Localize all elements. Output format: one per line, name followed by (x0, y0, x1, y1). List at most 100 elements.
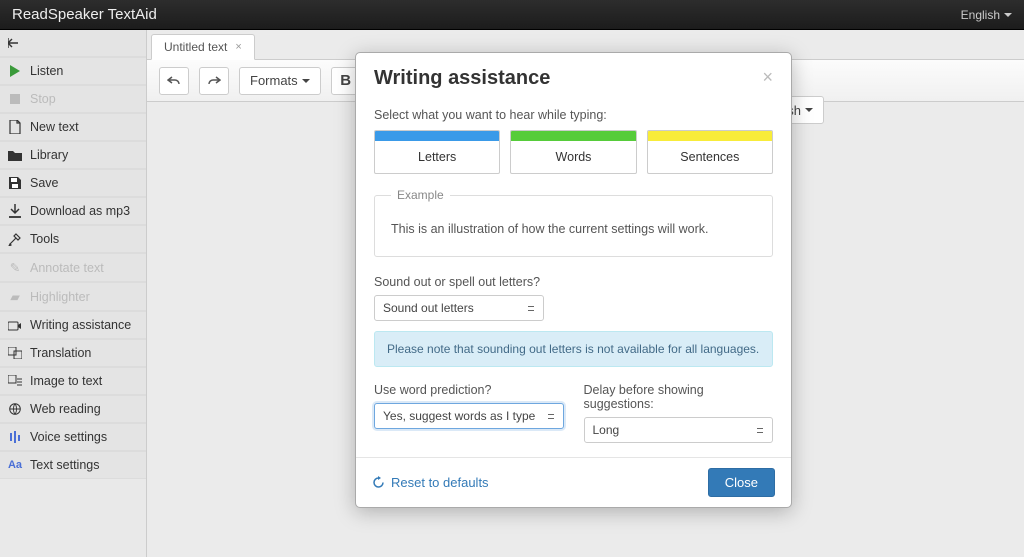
color-bar-yellow (648, 131, 772, 141)
modal-body: Select what you want to hear while typin… (356, 96, 791, 457)
option-label: Letters (375, 141, 499, 173)
translation-icon (8, 347, 22, 359)
image-to-text-icon (8, 375, 22, 387)
sidebar-item-label: Save (30, 176, 59, 190)
writing-assistance-modal: Writing assistance × Select what you wan… (355, 52, 792, 508)
sidebar-item-label: Library (30, 148, 68, 162)
language-label: English (961, 8, 1000, 22)
sidebar-item-label: Translation (30, 346, 91, 360)
tab-title: Untitled text (164, 40, 227, 54)
sidebar-item-label: New text (30, 120, 79, 134)
sidebar-item-text-settings[interactable]: Aa Text settings (0, 451, 146, 479)
stop-icon (8, 94, 22, 104)
annotate-icon: ✎ (8, 260, 22, 275)
sidebar-item-label: Highlighter (30, 290, 90, 304)
sidebar-item-label: Image to text (30, 374, 102, 388)
color-bar-blue (375, 131, 499, 141)
undo-button[interactable] (159, 67, 189, 95)
sidebar-item-writing-assistance[interactable]: Writing assistance (0, 311, 146, 339)
sidebar-item-label: Annotate text (30, 261, 104, 275)
sidebar-item-label: Writing assistance (30, 318, 131, 332)
sound-out-row: Sound out or spell out letters? Sound ou… (374, 275, 773, 321)
example-box: Example This is an illustration of how t… (374, 188, 773, 257)
writing-assistance-icon (8, 319, 22, 331)
sidebar-item-listen[interactable]: Listen (0, 57, 146, 85)
language-selector[interactable]: English (961, 8, 1012, 22)
reset-defaults-link[interactable]: Reset to defaults (372, 475, 489, 490)
sidebar-item-new-text[interactable]: New text (0, 113, 146, 141)
sidebar-item-tools[interactable]: Tools (0, 225, 146, 253)
save-icon (8, 177, 22, 189)
sidebar-item-download-mp3[interactable]: Download as mp3 (0, 197, 146, 225)
word-prediction-label: Use word prediction? (374, 383, 564, 397)
prediction-row: Use word prediction? Yes, suggest words … (374, 383, 773, 443)
document-icon (8, 120, 22, 134)
select-value: Long (593, 423, 620, 437)
sidebar-item-save[interactable]: Save (0, 169, 146, 197)
sidebar-item-highlighter: ▰ Highlighter (0, 282, 146, 311)
sidebar: Listen Stop New text Library Save (0, 30, 147, 557)
sidebar-item-translation[interactable]: Translation (0, 339, 146, 367)
collapse-sidebar-button[interactable] (0, 30, 146, 57)
redo-icon (207, 74, 221, 88)
formats-label: Formats (250, 73, 298, 88)
close-button[interactable]: Close (708, 468, 775, 497)
delay-label: Delay before showing suggestions: (584, 383, 774, 411)
sidebar-item-label: Listen (30, 64, 63, 78)
modal-footer: Reset to defaults Close (356, 457, 791, 507)
sidebar-item-image-to-text[interactable]: Image to text (0, 367, 146, 395)
select-value: Sound out letters (383, 301, 474, 315)
chevron-down-icon (1004, 13, 1012, 17)
undo-icon (167, 74, 181, 88)
option-words[interactable]: Words (510, 130, 636, 174)
app-brand: ReadSpeaker TextAid (12, 6, 157, 23)
topbar: ReadSpeaker TextAid English (0, 0, 1024, 30)
close-icon[interactable]: × (235, 41, 241, 53)
intro-label: Select what you want to hear while typin… (374, 108, 773, 122)
sidebar-item-label: Voice settings (30, 430, 107, 444)
delay-select[interactable]: Long (584, 417, 774, 443)
option-label: Words (511, 141, 635, 173)
modal-title: Writing assistance (374, 67, 550, 90)
modal-header: Writing assistance × (356, 53, 791, 96)
sidebar-item-voice-settings[interactable]: Voice settings (0, 423, 146, 451)
sound-out-select[interactable]: Sound out letters (374, 295, 544, 321)
formats-dropdown[interactable]: Formats (239, 67, 321, 95)
color-bar-green (511, 131, 635, 141)
sidebar-item-label: Download as mp3 (30, 204, 130, 218)
play-icon (8, 65, 22, 77)
voice-settings-icon (8, 431, 22, 443)
sidebar-item-library[interactable]: Library (0, 141, 146, 169)
option-letters[interactable]: Letters (374, 130, 500, 174)
reset-label: Reset to defaults (391, 475, 489, 490)
document-tab[interactable]: Untitled text × (151, 34, 255, 60)
bold-label: B (340, 72, 351, 89)
close-icon[interactable]: × (762, 67, 773, 88)
hear-while-typing-group: Letters Words Sentences (374, 130, 773, 174)
option-sentences[interactable]: Sentences (647, 130, 773, 174)
chevron-down-icon (805, 108, 813, 112)
tools-icon (8, 232, 22, 246)
word-prediction-select[interactable]: Yes, suggest words as I type (374, 403, 564, 429)
refresh-icon (372, 476, 385, 489)
sidebar-item-label: Stop (30, 92, 56, 106)
close-label: Close (725, 475, 758, 490)
sidebar-item-label: Web reading (30, 402, 101, 416)
info-notice: Please note that sounding out letters is… (374, 331, 773, 367)
sidebar-item-label: Text settings (30, 458, 99, 472)
sound-out-label: Sound out or spell out letters? (374, 275, 773, 289)
globe-icon (8, 403, 22, 415)
download-icon (8, 204, 22, 218)
text-settings-icon: Aa (8, 459, 22, 471)
highlighter-icon: ▰ (8, 289, 22, 304)
sidebar-item-web-reading[interactable]: Web reading (0, 395, 146, 423)
folder-icon (8, 149, 22, 161)
redo-button[interactable] (199, 67, 229, 95)
sidebar-item-label: Tools (30, 232, 59, 246)
select-value: Yes, suggest words as I type (383, 409, 535, 423)
sidebar-item-stop: Stop (0, 85, 146, 113)
chevron-down-icon (302, 79, 310, 83)
example-text: This is an illustration of how the curre… (391, 222, 756, 236)
option-label: Sentences (648, 141, 772, 173)
example-legend: Example (391, 188, 450, 202)
